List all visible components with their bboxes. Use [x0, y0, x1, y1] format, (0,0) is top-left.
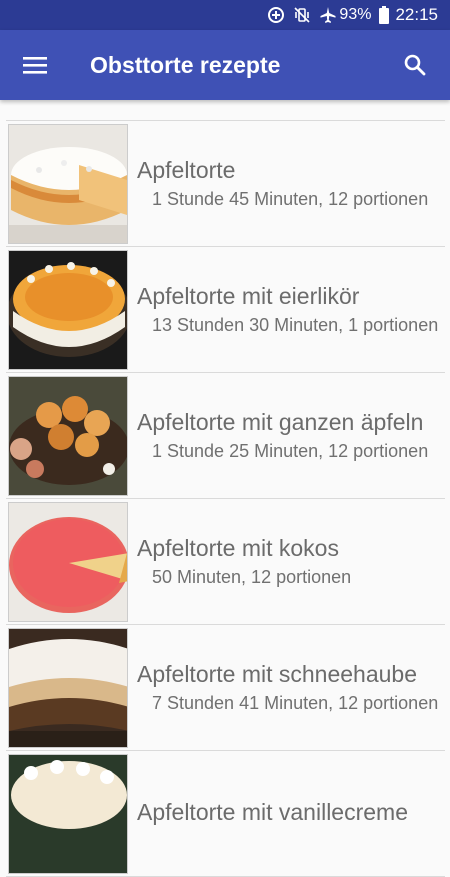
list-item[interactable]: Apfeltorte mit kokos 50 Minuten, 12 port…: [6, 499, 445, 625]
recipe-title: Apfeltorte mit ganzen äpfeln: [137, 409, 424, 435]
recipe-meta: 1 Stunde 45 Minuten, 12 portionen: [152, 189, 429, 209]
recipe-meta: 13 Stunden 30 Minuten, 1 portionen: [152, 315, 439, 335]
list-item[interactable]: Apfeltorte mit eierlikör 13 Stunden 30 M…: [6, 247, 445, 373]
recipe-meta: 50 Minuten, 12 portionen: [152, 567, 352, 587]
menu-button[interactable]: [0, 30, 70, 100]
page-title: Obsttorte rezepte: [90, 51, 281, 78]
list-item[interactable]: Apfeltorte mit vanillecreme: [6, 751, 445, 877]
recipe-thumbnail: [8, 501, 128, 622]
search-icon: [404, 54, 426, 76]
recipe-list: Apfeltorte 1 Stunde 45 Minuten, 12 porti…: [6, 120, 445, 877]
status-bar: 93% 22:15: [0, 0, 450, 30]
data-saver-icon: [267, 6, 285, 24]
recipe-title: Apfeltorte mit schneehaube: [137, 661, 418, 687]
app-bar: Obsttorte rezepte: [0, 30, 450, 100]
recipe-thumbnail: [8, 753, 128, 874]
recipe-thumbnail: [8, 249, 128, 370]
list-item[interactable]: Apfeltorte mit schneehaube 7 Stunden 41 …: [6, 625, 445, 751]
recipe-thumbnail: [8, 375, 128, 496]
vibrate-icon: [293, 6, 311, 24]
recipe-title: Apfeltorte mit vanillecreme: [137, 799, 408, 825]
list-item[interactable]: Apfeltorte mit ganzen äpfeln 1 Stunde 25…: [6, 373, 445, 499]
search-button[interactable]: [380, 30, 450, 100]
list-item[interactable]: Apfeltorte 1 Stunde 45 Minuten, 12 porti…: [6, 121, 445, 247]
recipe-title: Apfeltorte: [137, 157, 236, 183]
airplane-mode-icon: [319, 6, 337, 24]
recipe-title: Apfeltorte mit kokos: [137, 535, 339, 561]
recipe-title: Apfeltorte mit eierlikör: [137, 283, 360, 309]
recipe-thumbnail: [8, 123, 128, 244]
recipe-meta: 1 Stunde 25 Minuten, 12 portionen: [152, 441, 429, 461]
recipe-meta: 7 Stunden 41 Minuten, 12 portionen: [152, 693, 439, 713]
battery-icon: [379, 6, 390, 24]
hamburger-menu-icon: [23, 57, 47, 74]
battery-percent: 93%: [339, 6, 372, 23]
recipe-thumbnail: [8, 627, 128, 748]
clock: 22:15: [395, 5, 438, 24]
